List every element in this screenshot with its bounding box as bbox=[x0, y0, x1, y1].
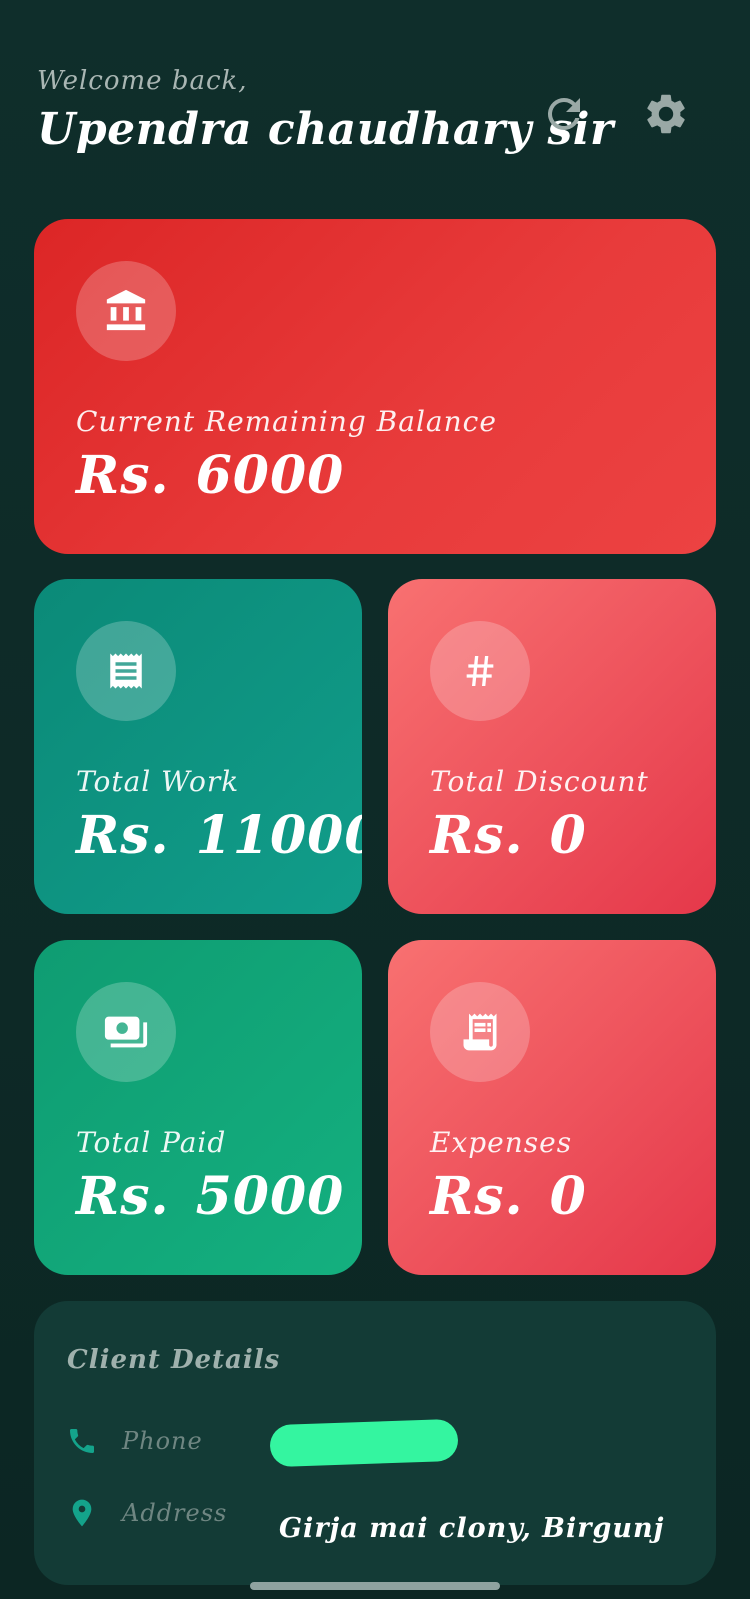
total-paid-label: Total Paid bbox=[76, 1126, 227, 1159]
invoice-icon bbox=[430, 982, 530, 1082]
total-paid-amount: 5000 bbox=[195, 1166, 345, 1227]
client-details-title: Client Details bbox=[67, 1345, 281, 1375]
address-label: Address bbox=[122, 1499, 228, 1527]
home-indicator[interactable] bbox=[250, 1582, 500, 1590]
total-discount-value: Rs. 0 bbox=[430, 805, 587, 866]
expenses-amount: 0 bbox=[549, 1166, 587, 1227]
location-pin-icon bbox=[66, 1497, 98, 1529]
address-value: Girja mai clony, Birgunj bbox=[279, 1513, 665, 1544]
balance-amount: 6000 bbox=[195, 445, 345, 506]
balance-label: Current Remaining Balance bbox=[76, 405, 497, 438]
cash-icon bbox=[76, 982, 176, 1082]
total-work-value: Rs. 11000 bbox=[76, 805, 362, 866]
currency-label: Rs. bbox=[76, 1166, 170, 1227]
phone-icon bbox=[66, 1425, 98, 1457]
balance-card[interactable]: Current Remaining Balance Rs. 6000 bbox=[34, 219, 716, 554]
total-paid-card[interactable]: Total Paid Rs. 5000 bbox=[34, 940, 362, 1275]
bank-icon bbox=[76, 261, 176, 361]
total-discount-amount: 0 bbox=[549, 805, 587, 866]
expenses-label: Expenses bbox=[430, 1126, 573, 1159]
expenses-value: Rs. 0 bbox=[430, 1166, 587, 1227]
total-discount-card[interactable]: Total Discount Rs. 0 bbox=[388, 579, 716, 914]
user-name: Upendra chaudhary sir bbox=[37, 104, 614, 155]
expenses-card[interactable]: Expenses Rs. 0 bbox=[388, 940, 716, 1275]
total-work-amount: 11000 bbox=[195, 805, 362, 866]
total-work-label: Total Work bbox=[76, 765, 240, 798]
hash-icon bbox=[430, 621, 530, 721]
client-details-card: Client Details Phone Address Girja mai c… bbox=[34, 1301, 716, 1585]
currency-label: Rs. bbox=[430, 805, 524, 866]
balance-value: Rs. 6000 bbox=[76, 445, 344, 506]
currency-label: Rs. bbox=[430, 1166, 524, 1227]
refresh-icon[interactable] bbox=[540, 90, 588, 138]
receipt-icon bbox=[76, 621, 176, 721]
total-discount-label: Total Discount bbox=[430, 765, 649, 798]
total-paid-value: Rs. 5000 bbox=[76, 1166, 344, 1227]
total-work-card[interactable]: Total Work Rs. 11000 bbox=[34, 579, 362, 914]
welcome-text: Welcome back, bbox=[37, 66, 248, 96]
gear-icon[interactable] bbox=[642, 90, 690, 138]
currency-label: Rs. bbox=[76, 445, 170, 506]
phone-value-redacted bbox=[269, 1418, 459, 1468]
phone-label: Phone bbox=[122, 1427, 203, 1455]
welcome-header: Welcome back, Upendra chaudhary sir bbox=[37, 66, 614, 155]
currency-label: Rs. bbox=[76, 805, 170, 866]
